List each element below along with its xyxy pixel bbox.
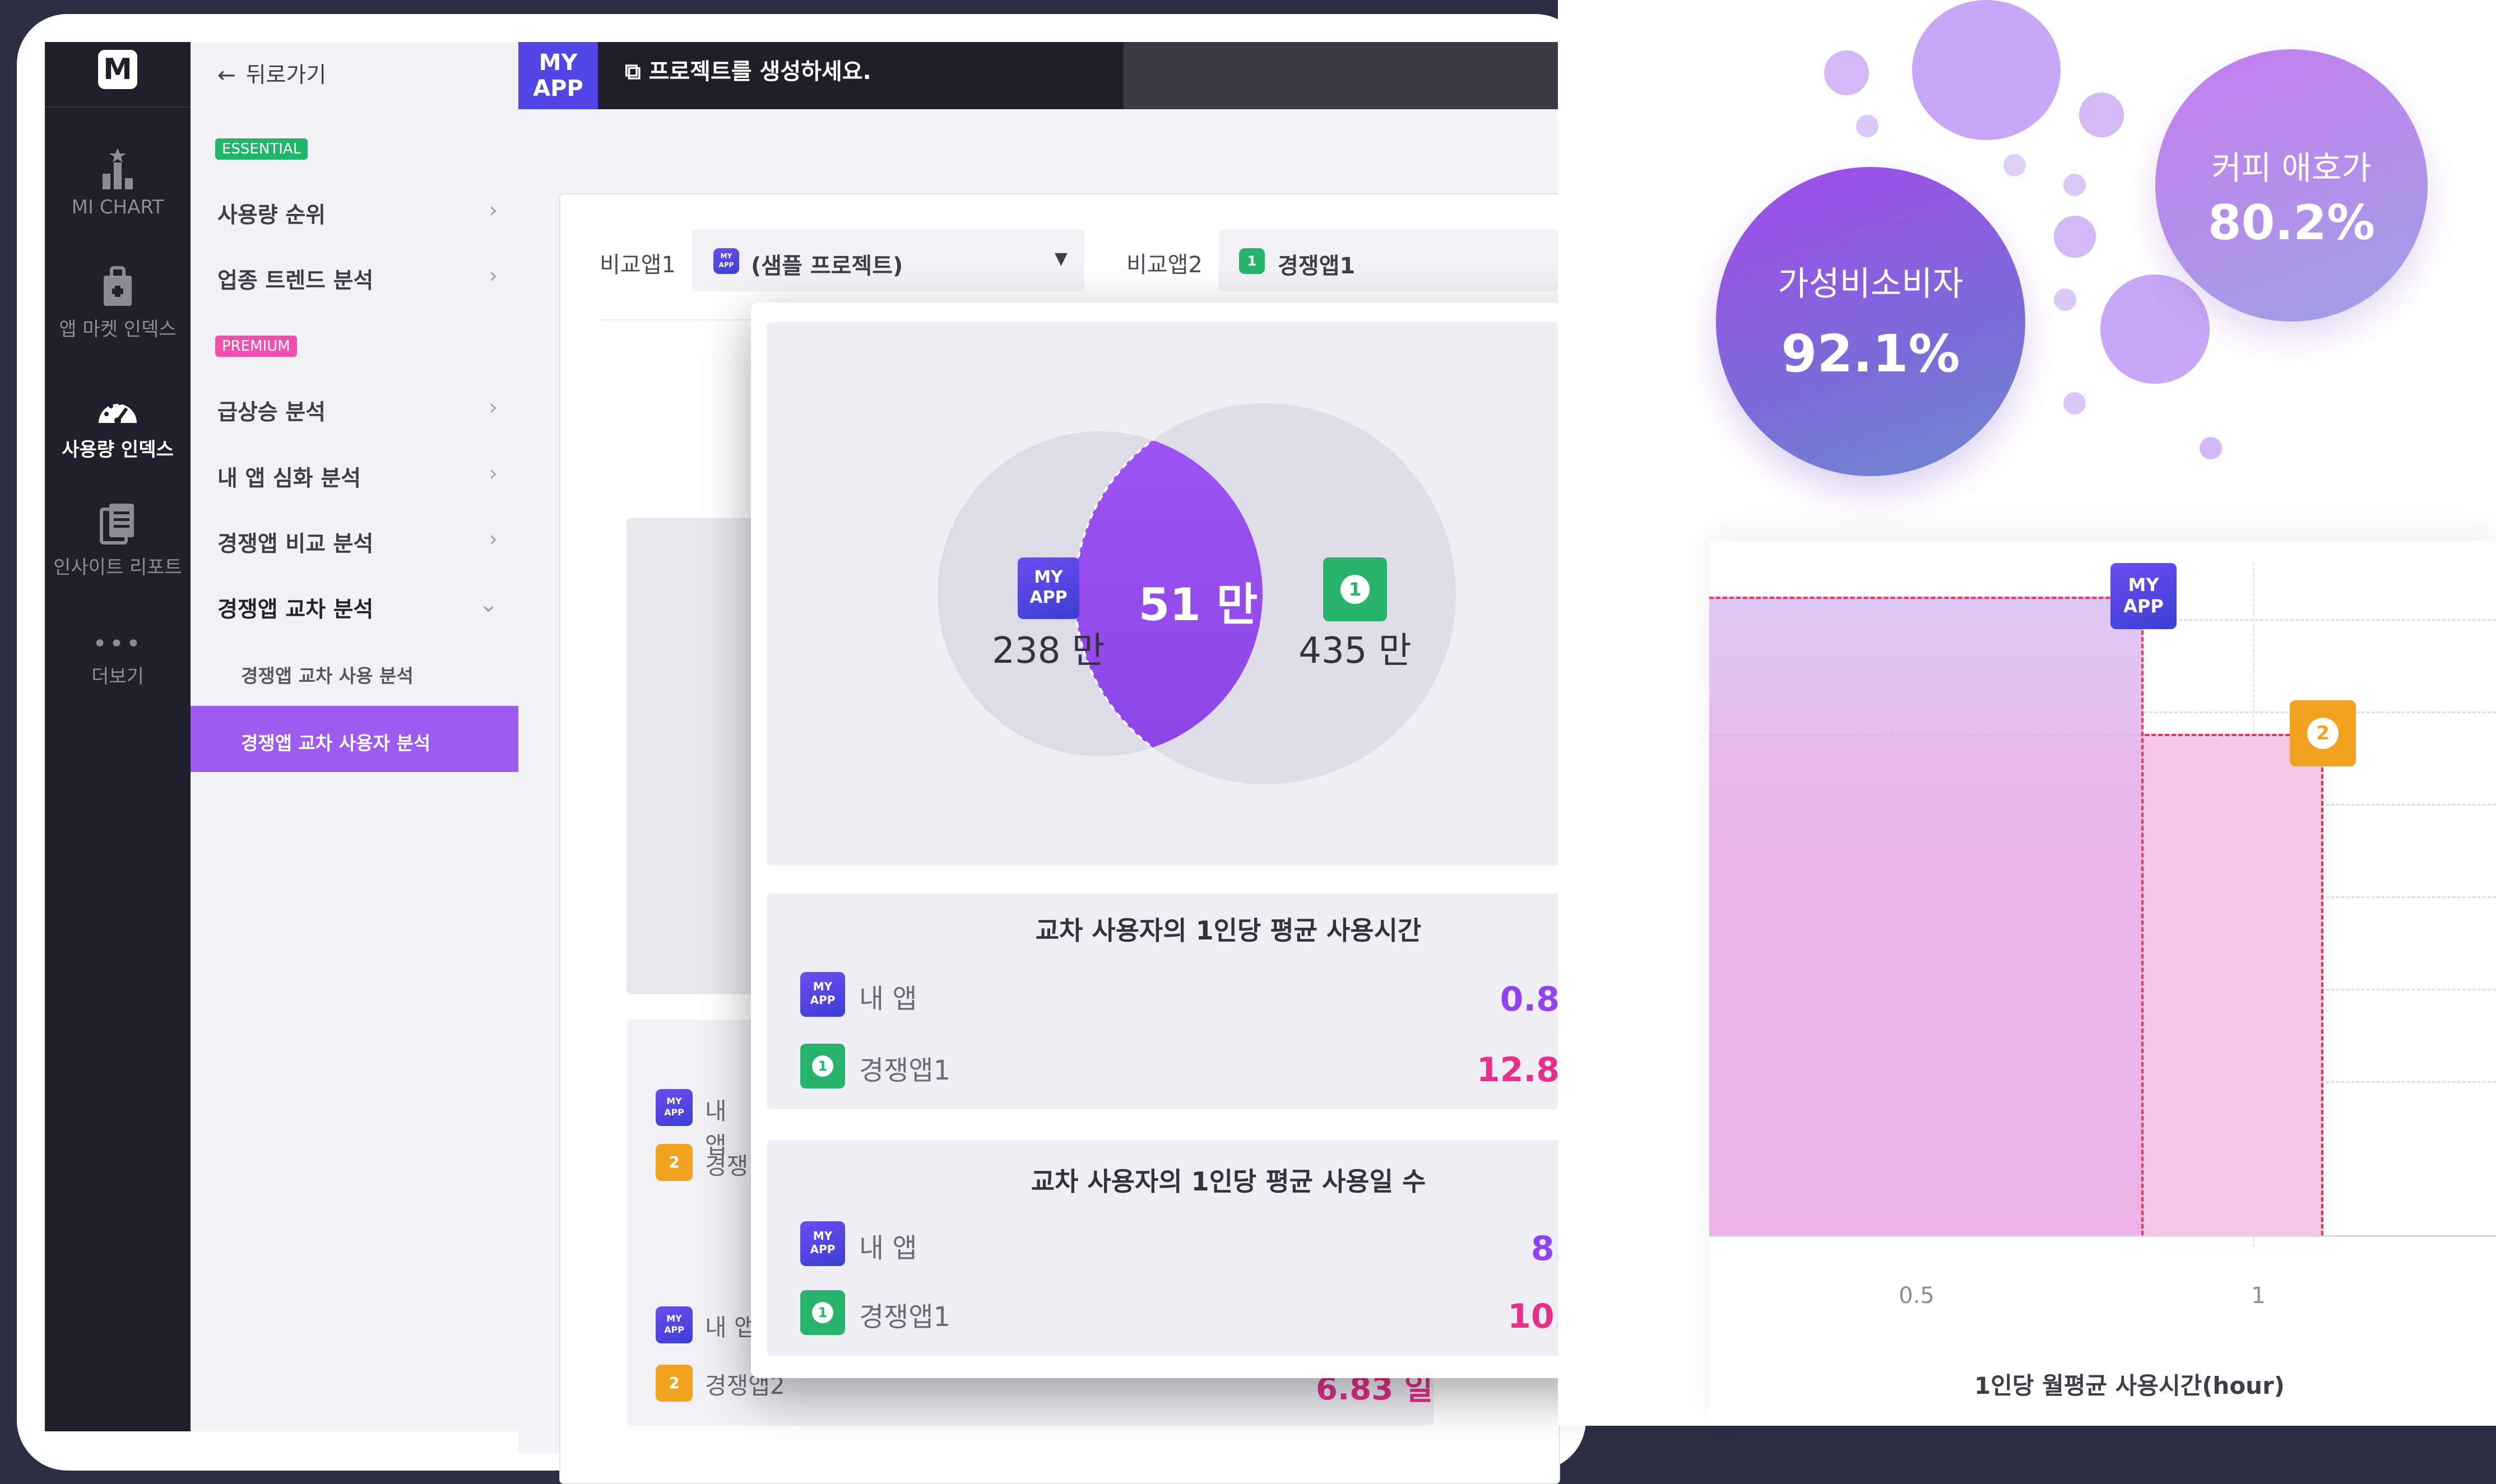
segment-bubble-coffee-lovers: 커피 애호가 80.2%	[2155, 49, 2428, 322]
competitor-app-icon: 1	[1323, 557, 1387, 621]
stats-days-panel: 교차 사용자의 1인당 평균 사용일 수 MYAPP 내 앱 8.93 일 1 …	[767, 1140, 1690, 1356]
logo[interactable]: M	[98, 50, 137, 89]
badge-premium: PREMIUM	[215, 336, 297, 357]
sidebar-item-usage-rank[interactable]: 사용량 순위 ›	[217, 198, 509, 229]
competitor-app-icon: 1	[800, 1290, 845, 1335]
decor-bubble	[2100, 275, 2210, 384]
store-icon	[104, 266, 132, 306]
sidebar-subitem-cross-usage[interactable]: 경쟁앱 교차 사용 분석	[241, 661, 414, 688]
decor-bubble	[2054, 216, 2096, 258]
compare-app1-select[interactable]: MY APP (샘플 프로젝트) ▼	[692, 230, 1084, 291]
competitor2-app-icon: 2	[656, 1365, 693, 1402]
rail-divider	[45, 106, 191, 108]
chevron-right-icon: ›	[489, 395, 498, 420]
rail-item-more[interactable]: ••• 더보기	[45, 630, 191, 688]
background-stat-card: MY APP 내 앱 2 경쟁	[627, 1020, 755, 1244]
copy-icon: ⧉	[625, 59, 641, 85]
sidebar-item-industry-trend[interactable]: 업종 트렌드 분석 ›	[217, 263, 509, 295]
venn-overlap-value: 51 만	[1138, 579, 1258, 631]
report-icon	[100, 504, 134, 545]
speedometer-icon	[99, 401, 137, 424]
decor-bubble	[2200, 437, 2222, 459]
sidebar-item-my-app-deep[interactable]: 내 앱 심화 분석 ›	[217, 461, 509, 492]
my-app-icon: MY APP	[656, 1306, 693, 1343]
stats-time-title: 교차 사용자의 1인당 평균 사용시간	[1035, 915, 1422, 946]
chevron-right-icon: ›	[489, 461, 498, 486]
decor-bubble	[2054, 289, 2076, 311]
compare-app2-select[interactable]: 1 경쟁앱1	[1219, 230, 1558, 291]
my-app-icon: MY APP	[800, 972, 845, 1017]
scatter-chart: MY APP 2 0.5 1 1인당 월평균 사용시간(hour)	[1709, 541, 2496, 1426]
chart-bars-icon	[103, 148, 133, 189]
chevron-right-icon: ›	[489, 263, 498, 289]
venn-right-value: 435 만	[1298, 630, 1412, 672]
sidebar-subitem-cross-users[interactable]: 경쟁앱 교차 사용자 분석	[191, 706, 518, 772]
sidebar-item-surge[interactable]: 급상승 분석 ›	[217, 395, 509, 426]
rail-item-insight-report[interactable]: 인사이트 리포트	[45, 501, 191, 579]
x-tick-label: 0.5	[1899, 1283, 1934, 1309]
project-prompt[interactable]: ⧉ 프로젝트를 생성하세요.	[625, 53, 871, 86]
background-panel	[627, 518, 755, 994]
my-app-icon: MY APP	[713, 248, 739, 274]
top-bar-tail	[1124, 42, 1558, 109]
decor-bubble	[2063, 392, 2086, 415]
stats-days-title: 교차 사용자의 1인당 평균 사용일 수	[1031, 1166, 1426, 1197]
chevron-down-icon: ⌄	[479, 592, 498, 617]
caret-down-icon: ▼	[1054, 249, 1068, 268]
competitor2-marker[interactable]: 2	[2290, 700, 2356, 766]
sidebar-item-competitor-compare[interactable]: 경쟁앱 비교 분석 ›	[217, 527, 509, 558]
decor-bubble	[2063, 174, 2086, 196]
venn-left-value: 238 만	[992, 630, 1105, 672]
venn-panel: MY APP 238 만 51 만 1 435 만	[767, 322, 1690, 866]
competitor2-app-icon: 2	[656, 1144, 693, 1181]
decor-bubble	[1912, 0, 2061, 140]
x-axis	[1709, 1235, 2496, 1237]
decor-bubble	[2003, 154, 2026, 176]
x-axis-label: 1인당 월평균 사용시간(hour)	[1974, 1372, 2285, 1399]
stats-time-panel: 교차 사용자의 1인당 평균 사용시간 MYAPP 내 앱 0.87 시간 1 …	[767, 894, 1690, 1109]
my-app-area	[1709, 597, 2144, 1235]
decor-bubble	[2079, 92, 2124, 137]
segment-bubble-value-seekers: 가성비소비자 92.1%	[1716, 167, 2025, 476]
decor-bubble	[1856, 115, 1878, 137]
competitor-app-icon: 1	[800, 1044, 845, 1088]
sidebar-item-competitor-cross[interactable]: 경쟁앱 교차 분석 ⌄	[217, 592, 509, 624]
compare-app2-label: 비교앱2	[1126, 252, 1203, 278]
my-app-marker[interactable]: MY APP	[2110, 563, 2177, 629]
my-app-icon: MY APP	[1018, 557, 1079, 619]
x-tick-label: 1	[2251, 1283, 2266, 1309]
rail-item-app-market-index[interactable]: 앱 마켓 인덱스	[45, 263, 191, 341]
more-dots-icon: •••	[92, 630, 143, 658]
my-app-icon: MY APP	[800, 1221, 845, 1266]
my-app-icon: MY APP	[656, 1089, 693, 1126]
rail-item-usage-index[interactable]: 사용량 인덱스	[45, 389, 191, 462]
chevron-right-icon: ›	[489, 527, 498, 552]
badge-essential: ESSENTIAL	[215, 138, 308, 160]
my-app-tag[interactable]: MY APP	[518, 42, 598, 109]
nav-rail: M MI CHART 앱 마켓 인덱스 사용량 인덱스 인사이트 리포트 •••…	[45, 42, 191, 1431]
competitor-app-icon: 1	[1239, 248, 1265, 274]
chevron-right-icon: ›	[489, 198, 498, 223]
decor-bubble	[1824, 50, 1869, 95]
back-link[interactable]: ← 뒤로가기	[217, 58, 326, 89]
compare-app1-label: 비교앱1	[600, 252, 676, 278]
rail-item-mi-chart[interactable]: MI CHART	[45, 146, 191, 218]
arrow-left-icon: ←	[217, 63, 236, 88]
